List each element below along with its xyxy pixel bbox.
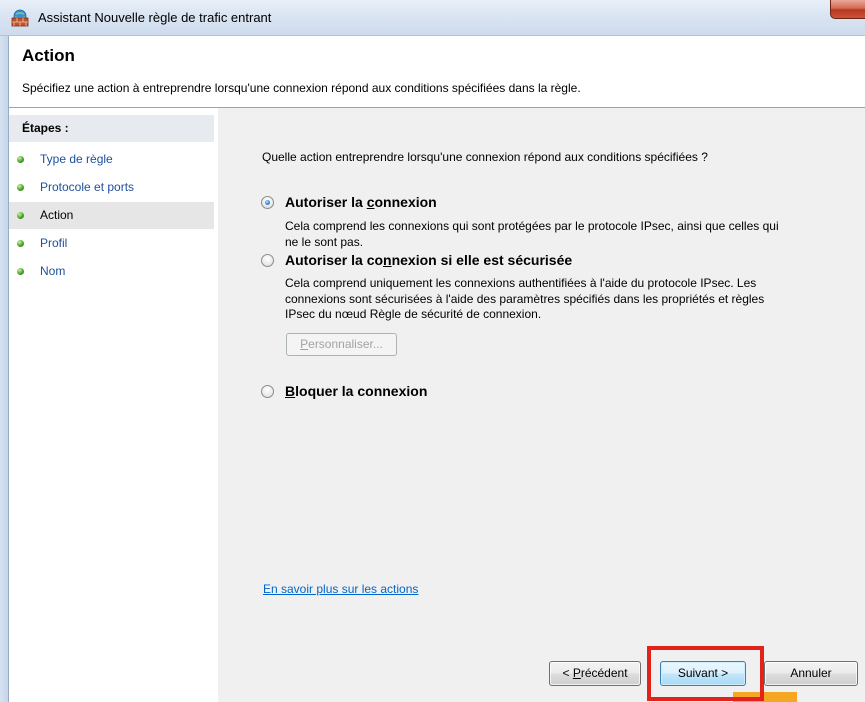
window-frame [0,36,9,702]
green-bullet-icon [17,156,24,163]
step-item-action: Action [9,202,214,229]
label-text: Autoriser la [285,194,367,210]
option-description: Cela comprend les connexions qui sont pr… [285,219,779,250]
option-label-block-connection[interactable]: Bloquer la connexion [285,383,427,399]
cancel-button[interactable]: Annuler [764,661,858,686]
green-bullet-icon [17,212,24,219]
page-title: Action [22,46,75,65]
access-key: c [366,194,375,210]
radio-block-connection[interactable] [261,385,274,398]
description-line: Cela comprend uniquement les connexions … [285,276,757,290]
access-key: P [572,666,581,680]
step-label[interactable]: Profil [40,230,67,257]
steps-panel: Étapes : Type de règle Protocole et port… [9,108,218,702]
button-label: ersonnaliser... [308,337,383,351]
step-item-protocol-ports[interactable]: Protocole et ports [9,174,214,201]
page-header: Action Spécifiez une action à entreprend… [9,36,865,108]
option-allow-secure-connection[interactable]: Autoriser la connexion si elle est sécur… [261,252,851,324]
page-description: Spécifiez une action à entreprendre lors… [22,81,581,95]
description-line: ne le sont pas. [285,234,364,249]
learn-more-link[interactable]: En savoir plus sur les actions [263,582,418,596]
radio-allow-secure-connection[interactable] [261,254,274,267]
access-key: B [285,383,296,399]
option-label-allow-connection[interactable]: Autoriser la connexion [285,194,437,210]
step-item-rule-type[interactable]: Type de règle [9,146,214,173]
access-key: P [300,337,309,351]
steps-heading: Étapes : [9,115,214,142]
green-bullet-icon [17,268,24,275]
option-label-allow-secure-connection[interactable]: Autoriser la connexion si elle est sécur… [285,252,572,268]
main-panel: Quelle action entreprendre lorsqu'une co… [218,108,865,702]
label-text: Autoriser la co [285,252,384,268]
description-line: connexions sont sécurisées à l'aide des … [285,291,765,306]
option-allow-connection[interactable]: Autoriser la connexion Cela comprend les… [261,194,851,250]
highlight-box [647,646,764,701]
button-label: < [562,666,573,680]
step-item-profile[interactable]: Profil [9,230,214,257]
access-key: n [383,252,392,268]
action-question: Quelle action entreprendre lorsqu'une co… [262,150,708,164]
step-item-name[interactable]: Nom [9,258,214,285]
step-label[interactable]: Protocole et ports [40,174,134,201]
title-bar[interactable]: Assistant Nouvelle règle de trafic entra… [0,0,865,36]
description-line: Cela comprend les connexions qui sont pr… [285,219,779,233]
customize-button[interactable]: Personnaliser... [286,333,397,356]
green-bullet-icon [17,184,24,191]
firewall-icon [10,8,30,28]
option-description: Cela comprend uniquement les connexions … [285,276,764,323]
description-line: IPsec du nœud Règle de sécurité de conne… [285,307,542,321]
label-text: loquer la connexion [295,383,428,399]
back-button[interactable]: < Précédent [549,661,641,686]
step-label[interactable]: Nom [40,258,65,285]
label-text: onnexion [374,194,437,210]
step-label: Action [40,208,74,222]
label-text: nexion si elle est sécurisée [391,252,573,268]
button-label: récédent [580,666,628,680]
step-label[interactable]: Type de règle [40,146,113,173]
close-button[interactable] [830,0,865,19]
radio-allow-connection[interactable] [261,196,274,209]
window-title: Assistant Nouvelle règle de trafic entra… [38,10,272,25]
green-bullet-icon [17,240,24,247]
option-block-connection[interactable]: Bloquer la connexion [261,383,851,401]
